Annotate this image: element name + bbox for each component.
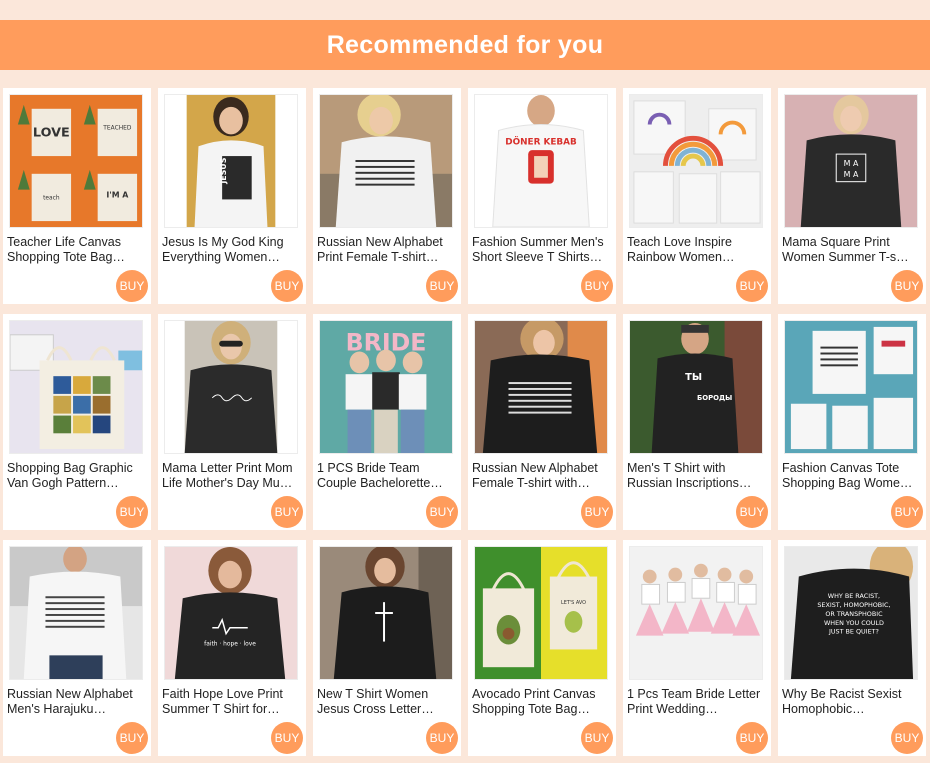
product-title[interactable]: Teach Love Inspire Rainbow Women… xyxy=(627,235,763,265)
white-tshirt-alphabet-icon[interactable] xyxy=(319,94,453,228)
product-card[interactable]: Russian New Alphabet Men's Harajuku… BUY xyxy=(3,540,151,756)
buy-button[interactable]: BUY xyxy=(736,270,768,302)
product-title[interactable]: Russian New Alphabet Men's Harajuku… xyxy=(7,687,143,717)
buy-button[interactable]: BUY xyxy=(271,496,303,528)
black-tshirt-text-icon[interactable]: WHY BE RACIST, SEXIST, HOMOPHOBIC, OR TR… xyxy=(784,546,918,680)
tote-bags-text-icon[interactable] xyxy=(784,320,918,454)
black-tshirt-alphabet-icon[interactable] xyxy=(474,320,608,454)
product-card[interactable]: DÖNER KEBAB Fashion Summer Men's Short S… xyxy=(468,88,616,304)
recommended-header: Recommended for you xyxy=(0,20,930,70)
product-card[interactable]: Russian New Alphabet Female T-shirt with… xyxy=(468,314,616,530)
product-card[interactable]: 1 Pcs Team Bride Letter Print Wedding… B… xyxy=(623,540,771,756)
buy-button[interactable]: BUY xyxy=(116,722,148,754)
product-title[interactable]: Shopping Bag Graphic Van Gogh Pattern… xyxy=(7,461,143,491)
buy-button[interactable]: BUY xyxy=(891,270,923,302)
svg-text:M A: M A xyxy=(844,170,859,179)
product-title[interactable]: Men's T Shirt with Russian Inscriptions… xyxy=(627,461,763,491)
buy-button[interactable]: BUY xyxy=(426,722,458,754)
black-tshirt-men-russian-icon[interactable]: ТЫ БОРОДЫ xyxy=(629,320,763,454)
svg-text:OR TRANSPHOBIC: OR TRANSPHOBIC xyxy=(825,610,883,618)
buy-button[interactable]: BUY xyxy=(581,270,613,302)
buy-button[interactable]: BUY xyxy=(736,722,768,754)
product-title[interactable]: Avocado Print Canvas Shopping Tote Bag… xyxy=(472,687,608,717)
product-card[interactable]: New T Shirt Women Jesus Cross Letter… BU… xyxy=(313,540,461,756)
svg-text:TEACHED: TEACHED xyxy=(102,125,132,131)
buy-button[interactable]: BUY xyxy=(891,722,923,754)
product-card[interactable]: Fashion Canvas Tote Shopping Bag Wome… B… xyxy=(778,314,926,530)
product-title[interactable]: Russian New Alphabet Female T-shirt with… xyxy=(472,461,608,491)
black-tshirt-cross-icon[interactable] xyxy=(319,546,453,680)
product-title[interactable]: Russian New Alphabet Print Female T-shir… xyxy=(317,235,453,265)
product-title[interactable]: Jesus Is My God King Everything Women… xyxy=(162,235,298,265)
white-tshirt-men-alphabet-icon[interactable] xyxy=(9,546,143,680)
buy-button[interactable]: BUY xyxy=(581,496,613,528)
product-title[interactable]: 1 Pcs Team Bride Letter Print Wedding… xyxy=(627,687,763,717)
product-card[interactable]: JESUS Jesus Is My God King Everything Wo… xyxy=(158,88,306,304)
svg-text:JESUS: JESUS xyxy=(219,157,228,184)
product-card[interactable]: BRIDE 1 PCS Bride Team Couple Bacheloret… xyxy=(313,314,461,530)
buy-button[interactable]: BUY xyxy=(426,496,458,528)
page-title: Recommended for you xyxy=(326,30,604,59)
svg-text:ТЫ: ТЫ xyxy=(685,372,702,383)
tote-bags-rainbow-icon[interactable] xyxy=(629,94,763,228)
svg-text:JUST BE QUIET?: JUST BE QUIET? xyxy=(828,628,879,636)
svg-text:LOVE: LOVE xyxy=(33,125,70,140)
product-card[interactable]: M A M A Mama Square Print Women Summer T… xyxy=(778,88,926,304)
buy-button[interactable]: BUY xyxy=(271,722,303,754)
white-tshirt-doner-icon[interactable]: DÖNER KEBAB xyxy=(474,94,608,228)
product-card[interactable]: WHY BE RACIST, SEXIST, HOMOPHOBIC, OR TR… xyxy=(778,540,926,756)
svg-text:SEXIST, HOMOPHOBIC,: SEXIST, HOMOPHOBIC, xyxy=(817,601,890,609)
top-strip xyxy=(0,0,930,20)
buy-button[interactable]: BUY xyxy=(736,496,768,528)
product-card[interactable]: Mama Letter Print Mom Life Mother's Day … xyxy=(158,314,306,530)
product-title[interactable]: Fashion Canvas Tote Shopping Bag Wome… xyxy=(782,461,918,491)
product-title[interactable]: Faith Hope Love Print Summer T Shirt for… xyxy=(162,687,298,717)
tote-bag-avocado-icon[interactable]: LET'S AVO xyxy=(474,546,608,680)
product-card[interactable]: Shopping Bag Graphic Van Gogh Pattern… B… xyxy=(3,314,151,530)
product-title[interactable]: Mama Letter Print Mom Life Mother's Day … xyxy=(162,461,298,491)
black-tshirt-mama-script-icon[interactable] xyxy=(164,320,298,454)
buy-button[interactable]: BUY xyxy=(116,270,148,302)
product-title[interactable]: Mama Square Print Women Summer T-s… xyxy=(782,235,918,265)
bride-team-shirts-icon[interactable]: BRIDE xyxy=(319,320,453,454)
tote-bags-teacher-icon[interactable]: LOVE TEACHED teach I'M A xyxy=(9,94,143,228)
product-card[interactable]: Teach Love Inspire Rainbow Women… BUY xyxy=(623,88,771,304)
svg-text:WHY BE RACIST,: WHY BE RACIST, xyxy=(828,592,880,600)
product-card[interactable]: ТЫ БОРОДЫ Men's T Shirt with Russian Ins… xyxy=(623,314,771,530)
svg-text:LET'S AVO: LET'S AVO xyxy=(561,600,586,606)
buy-button[interactable]: BUY xyxy=(426,270,458,302)
svg-text:I'M A: I'M A xyxy=(106,190,129,199)
product-title[interactable]: Why Be Racist Sexist Homophobic… xyxy=(782,687,918,717)
product-card[interactable]: LET'S AVO Avocado Print Canvas Shopping … xyxy=(468,540,616,756)
buy-button[interactable]: BUY xyxy=(891,496,923,528)
svg-text:БОРОДЫ: БОРОДЫ xyxy=(697,394,732,402)
tote-bag-vangogh-icon[interactable] xyxy=(9,320,143,454)
black-tshirt-mama-icon[interactable]: M A M A xyxy=(784,94,918,228)
svg-text:M A: M A xyxy=(844,159,859,168)
svg-text:WHEN YOU COULD: WHEN YOU COULD xyxy=(824,619,884,627)
black-tshirt-faith-icon[interactable]: faith · hope · love xyxy=(164,546,298,680)
svg-text:faith · hope · love: faith · hope · love xyxy=(204,642,256,648)
product-card[interactable]: Russian New Alphabet Print Female T-shir… xyxy=(313,88,461,304)
product-title[interactable]: 1 PCS Bride Team Couple Bachelorette… xyxy=(317,461,453,491)
product-title[interactable]: Fashion Summer Men's Short Sleeve T Shir… xyxy=(472,235,608,265)
buy-button[interactable]: BUY xyxy=(271,270,303,302)
product-title[interactable]: New T Shirt Women Jesus Cross Letter… xyxy=(317,687,453,717)
svg-text:teach: teach xyxy=(43,195,60,201)
white-tshirt-jesus-icon[interactable]: JESUS xyxy=(164,94,298,228)
svg-text:DÖNER KEBAB: DÖNER KEBAB xyxy=(505,136,577,147)
team-bride-shirts-icon[interactable] xyxy=(629,546,763,680)
product-card[interactable]: faith · hope · love Faith Hope Love Prin… xyxy=(158,540,306,756)
product-title[interactable]: Teacher Life Canvas Shopping Tote Bag… xyxy=(7,235,143,265)
buy-button[interactable]: BUY xyxy=(116,496,148,528)
product-card[interactable]: LOVE TEACHED teach I'M A Teacher Life Ca… xyxy=(3,88,151,304)
buy-button[interactable]: BUY xyxy=(581,722,613,754)
